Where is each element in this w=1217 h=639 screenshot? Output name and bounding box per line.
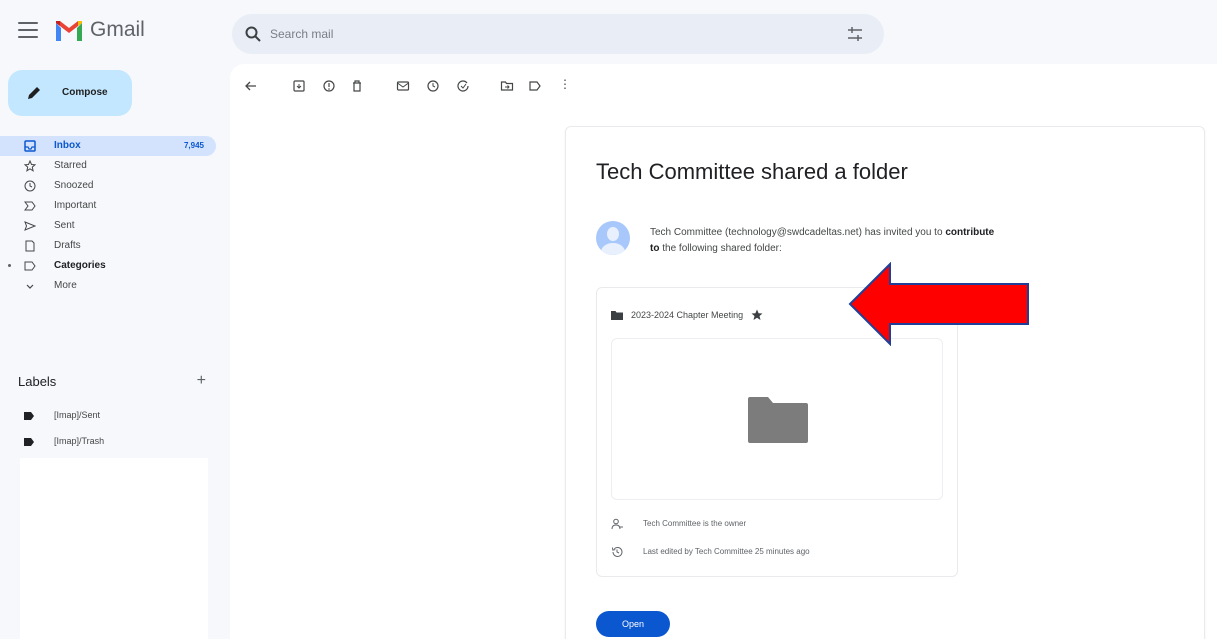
message-toolbar: ⋮ <box>230 64 1217 110</box>
add-task-icon[interactable] <box>456 79 470 93</box>
gmail-logo[interactable]: Gmail <box>54 18 145 42</box>
label-icon[interactable] <box>528 79 542 93</box>
gmail-m-icon <box>56 20 82 41</box>
owner-row: Tech Committee is the owner <box>611 518 941 532</box>
edited-text: Last edited by Tech Committee 25 minutes… <box>643 547 810 556</box>
label-item-text: [Imap]/Sent <box>54 410 101 420</box>
sidebar-item-label: Snoozed <box>54 180 94 191</box>
folder-name[interactable]: 2023-2024 Chapter Meeting <box>631 310 743 320</box>
sidebar-item-label: Starred <box>54 160 87 171</box>
avatar-head <box>607 227 619 241</box>
compose-label: Compose <box>62 87 108 98</box>
archive-icon[interactable] <box>292 79 306 93</box>
label-item-imap-trash[interactable]: [Imap]/Trash <box>0 430 216 456</box>
move-to-icon[interactable] <box>500 79 514 93</box>
pencil-icon <box>28 87 40 99</box>
sidebar-item-label: Inbox <box>54 140 81 151</box>
gmail-window: Gmail Compose Inbox 7,945 <box>0 0 1217 639</box>
label-tag-icon <box>24 412 34 420</box>
inbox-icon <box>24 140 36 152</box>
email-subject: Tech Committee shared a folder <box>596 159 908 184</box>
sender-avatar[interactable] <box>596 221 630 255</box>
search-bar[interactable] <box>232 14 884 54</box>
top-bar: Gmail <box>0 0 1217 64</box>
sidebar-item-more[interactable]: More <box>0 276 216 296</box>
important-icon <box>24 201 36 211</box>
sidebar-item-label: Sent <box>54 220 75 231</box>
label-icon <box>24 261 36 271</box>
sidebar-item-important[interactable]: Important <box>0 196 216 216</box>
toolbar-divider <box>230 110 1217 111</box>
sidebar-item-sent[interactable]: Sent <box>0 216 216 236</box>
sidebar-item-inbox[interactable]: Inbox 7,945 <box>0 136 216 156</box>
edited-row: Last edited by Tech Committee 25 minutes… <box>611 546 941 560</box>
message-view: ⋮ Tech Committee shared a folder Tech Co… <box>230 64 1217 639</box>
label-item-text: [Imap]/Trash <box>54 436 105 446</box>
label-list: [Imap]/Sent [Imap]/Trash <box>0 404 216 456</box>
sidebar-item-label: Drafts <box>54 240 81 251</box>
gmail-logo-text: Gmail <box>90 18 145 41</box>
sidebar-item-starred[interactable]: Starred <box>0 156 216 176</box>
main-menu-icon[interactable] <box>18 22 38 38</box>
folder-icon <box>611 311 623 320</box>
sidebar-item-label: More <box>54 280 77 291</box>
sidebar-item-snoozed[interactable]: Snoozed <box>0 176 216 196</box>
folder-icon <box>748 397 808 443</box>
invite-suffix: the following shared folder: <box>659 243 782 254</box>
expand-dot-icon <box>8 264 11 267</box>
label-item-imap-sent[interactable]: [Imap]/Sent <box>0 404 216 430</box>
star-icon[interactable] <box>751 309 763 321</box>
send-icon <box>24 221 36 231</box>
report-spam-icon[interactable] <box>322 79 336 93</box>
owner-text: Tech Committee is the owner <box>643 519 747 528</box>
avatar-body <box>601 243 625 255</box>
clock-icon <box>24 180 36 192</box>
sidebar-blank-panel <box>20 458 208 639</box>
more-vert-icon[interactable]: ⋮ <box>558 77 572 91</box>
open-button[interactable]: Open <box>596 611 670 637</box>
chevron-down-icon <box>26 284 34 289</box>
inbox-count: 7,945 <box>183 141 204 150</box>
annotation-arrow-icon <box>848 262 1029 346</box>
back-arrow-icon[interactable] <box>244 79 258 93</box>
invite-message: Tech Committee (technology@swdcadeltas.n… <box>650 225 1190 257</box>
snooze-icon[interactable] <box>426 79 440 93</box>
history-icon <box>612 546 623 557</box>
folder-preview[interactable] <box>611 338 943 500</box>
delete-icon[interactable] <box>350 79 364 93</box>
add-label-icon[interactable]: + <box>197 372 206 390</box>
invite-role: contribute <box>945 227 995 238</box>
label-tag-icon <box>24 438 34 446</box>
sidebar-item-categories[interactable]: Categories <box>0 256 216 276</box>
folder-header: 2023-2024 Chapter Meeting <box>611 308 763 322</box>
search-icon[interactable] <box>244 25 262 43</box>
search-input[interactable] <box>270 24 830 44</box>
labels-header: Labels + <box>18 372 210 392</box>
sidebar-item-label: Categories <box>54 260 106 271</box>
invite-prefix: Tech Committee (technology@swdcadeltas.n… <box>650 227 946 238</box>
person-icon <box>611 518 623 530</box>
sidebar-nav: Inbox 7,945 Starred Snoozed Important Se… <box>0 136 216 296</box>
email-body-card: Tech Committee shared a folder Tech Comm… <box>565 126 1205 639</box>
compose-button[interactable]: Compose <box>8 70 132 116</box>
search-options-icon[interactable] <box>846 25 864 43</box>
labels-title: Labels <box>18 374 57 389</box>
sidebar-item-label: Important <box>54 200 97 211</box>
star-icon <box>24 160 36 172</box>
mark-unread-icon[interactable] <box>396 79 410 93</box>
sidebar-item-drafts[interactable]: Drafts <box>0 236 216 256</box>
draft-icon <box>25 240 35 252</box>
